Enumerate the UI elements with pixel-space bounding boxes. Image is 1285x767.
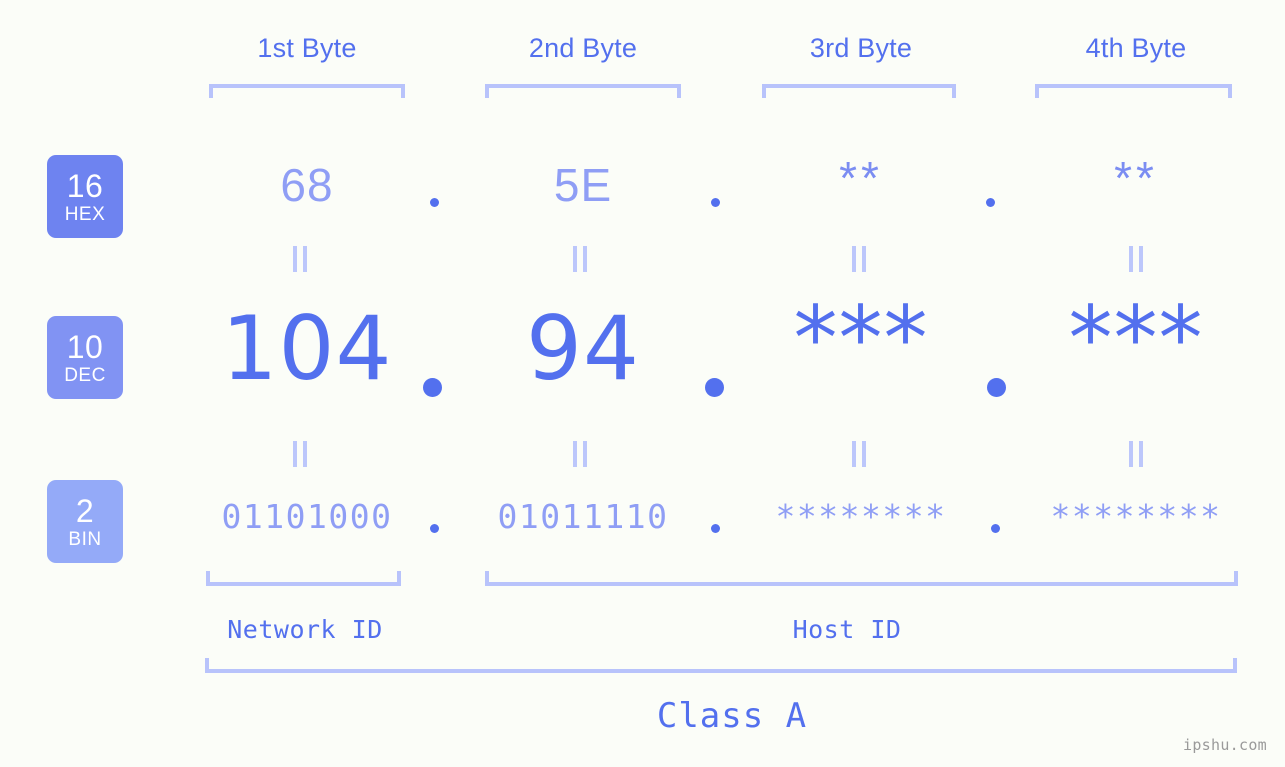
- byte-header-3: 3rd Byte: [809, 33, 913, 63]
- network-id-label: Network ID: [227, 615, 383, 644]
- equals-mark-dec-bin-3: [850, 441, 868, 467]
- byte-bracket-1: [209, 84, 405, 98]
- network-id-bracket: [206, 571, 401, 586]
- equals-mark-hex-dec-2: [571, 246, 589, 272]
- dec-value-byte-3: ***: [793, 287, 929, 390]
- equals-mark-dec-bin-1: [291, 441, 309, 467]
- byte-bracket-3: [762, 84, 956, 98]
- class-label: Class A: [656, 696, 808, 736]
- dec-value-byte-2: 94: [526, 297, 640, 400]
- base-badge-bin[interactable]: 2 BIN: [47, 480, 123, 563]
- bin-value-byte-1: 01101000: [221, 497, 393, 536]
- hex-separator-dot-2: [711, 198, 720, 207]
- hex-value-byte-1: 68: [280, 159, 334, 211]
- equals-mark-hex-dec-1: [291, 246, 309, 272]
- ip-address-breakdown-diagram: 1st Byte 2nd Byte 3rd Byte 4th Byte 16 H…: [0, 0, 1285, 767]
- hex-value-byte-2: 5E: [553, 159, 613, 211]
- base-badge-dec-number: 10: [66, 328, 104, 365]
- base-badge-dec[interactable]: 10 DEC: [47, 316, 123, 399]
- base-badge-hex-label: HEX: [64, 203, 106, 225]
- byte-bracket-4: [1035, 84, 1232, 98]
- equals-mark-hex-dec-3: [850, 246, 868, 272]
- base-badge-dec-label: DEC: [64, 364, 106, 386]
- equals-mark-dec-bin-2: [571, 441, 589, 467]
- base-badge-bin-label: BIN: [68, 528, 102, 550]
- dec-value-byte-4: ***: [1068, 287, 1204, 390]
- dec-separator-dot-2: [705, 378, 724, 397]
- host-id-bracket: [485, 571, 1238, 586]
- host-id-label: Host ID: [792, 615, 902, 644]
- site-watermark: ipshu.com: [1183, 736, 1267, 754]
- byte-header-1: 1st Byte: [257, 33, 357, 63]
- byte-header-2: 2nd Byte: [528, 33, 638, 63]
- byte-header-4: 4th Byte: [1085, 33, 1187, 63]
- hex-value-byte-4: **: [1114, 152, 1158, 204]
- bin-value-byte-4: ********: [1050, 497, 1222, 536]
- base-badge-hex-number: 16: [66, 167, 104, 204]
- byte-bracket-2: [485, 84, 681, 98]
- bin-separator-dot-1: [430, 524, 439, 533]
- class-bracket: [205, 658, 1237, 673]
- dec-separator-dot-1: [423, 378, 442, 397]
- hex-separator-dot-1: [430, 198, 439, 207]
- base-badge-hex[interactable]: 16 HEX: [47, 155, 123, 238]
- bin-separator-dot-3: [991, 524, 1000, 533]
- equals-mark-hex-dec-4: [1127, 246, 1145, 272]
- equals-mark-dec-bin-4: [1127, 441, 1145, 467]
- bin-value-byte-2: 01011110: [497, 497, 669, 536]
- hex-value-byte-3: **: [839, 152, 883, 204]
- base-badge-bin-number: 2: [75, 492, 95, 529]
- hex-separator-dot-3: [986, 198, 995, 207]
- bin-value-byte-3: ********: [775, 497, 947, 536]
- dec-value-byte-1: 104: [221, 297, 393, 400]
- bin-separator-dot-2: [711, 524, 720, 533]
- dec-separator-dot-3: [987, 378, 1006, 397]
